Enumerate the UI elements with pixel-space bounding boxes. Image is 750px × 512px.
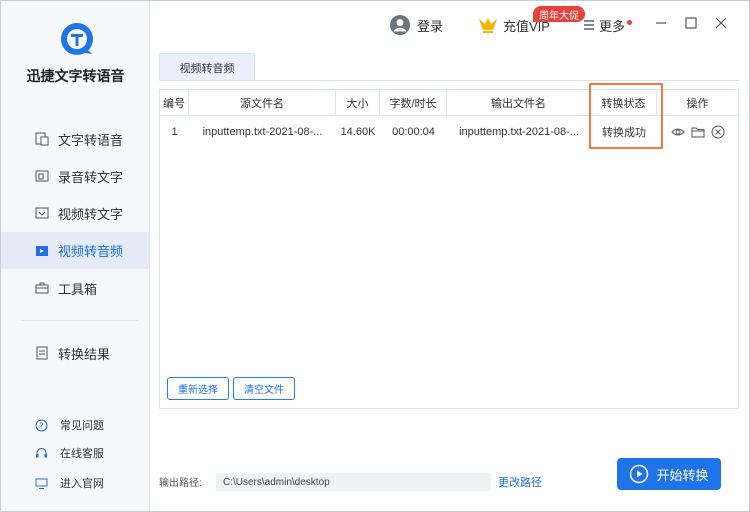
close-button[interactable] [713,15,729,31]
cell-duration: 00:00:04 [392,126,435,138]
login-label: 登录 [417,18,444,34]
sidebar: 迅捷文字转语音 文字转语音 录音转文字 视频转文字 视频转音频 工具箱 转换结果… [1,1,150,511]
app-window: 迅捷文字转语音 文字转语音 录音转文字 视频转文字 视频转音频 工具箱 转换结果… [0,0,750,512]
column-header-id: 编号 [160,90,189,116]
maximize-icon [685,17,697,29]
question-icon: ? [35,419,48,432]
video-text-icon [35,206,49,220]
tab-video-to-audio[interactable]: 视频转音频 [159,53,255,81]
footer-item-label: 在线客服 [60,448,104,460]
cell-source: inputtemp.txt-2021-08-... [202,126,323,138]
toolbox-icon [35,281,49,295]
sidebar-item-label: 文字转语音 [58,132,124,148]
app-logo [59,21,95,57]
sidebar-item-recording-to-text[interactable]: 录音转文字 [1,158,150,194]
preview-eye-icon[interactable] [670,125,685,139]
user-icon [389,14,411,36]
crown-icon [478,16,498,34]
start-convert-label: 开始转换 [656,467,709,483]
cell-size: 14.60K [340,126,376,138]
sidebar-item-label: 转换结果 [58,346,111,362]
result-icon [35,346,49,360]
column-header-duration: 字数/时长 [380,90,447,116]
sidebar-item-label: 视频转音频 [58,244,124,259]
status-highlight-box [589,83,663,149]
cell-id: 1 [171,126,178,138]
footer-item-label: 常见问题 [60,420,104,432]
login-button[interactable]: 登录 [389,13,443,37]
close-icon [715,17,727,29]
sidebar-item-video-to-text[interactable]: 视频转文字 [1,195,150,231]
footer-item-label: 进入官网 [60,478,104,490]
output-path-label: 输出路径: [159,478,202,489]
video-audio-icon [35,244,49,258]
cell-output: inputtemp.txt-2021-08-... [459,126,579,138]
sidebar-divider [21,320,138,321]
footer-item-website[interactable]: 进入官网 [1,472,150,494]
monitor-icon [35,477,48,490]
sidebar-item-results[interactable]: 转换结果 [1,335,150,371]
column-header-output: 输出文件名 [447,90,591,116]
svg-text:?: ? [39,421,43,430]
minimize-button[interactable] [653,15,669,31]
delete-circle-x-icon[interactable] [711,125,725,139]
footer-item-faq[interactable]: ? 常见问题 [1,414,150,436]
sidebar-item-label: 录音转文字 [58,169,124,185]
column-header-size: 大小 [336,90,380,116]
more-menu-button[interactable]: 更多 [583,13,625,37]
reselect-button[interactable]: 重新选择 [167,377,229,400]
text-to-speech-icon [35,132,49,146]
clear-files-button[interactable]: 清空文件 [233,377,295,400]
promo-badge: 周年大促 [533,6,585,22]
cell-actions [657,117,738,147]
change-path-link[interactable]: 更改路径 [498,474,542,490]
sidebar-item-label: 工具箱 [58,281,98,297]
output-path-field[interactable]: C:\Users\admin\desktop [216,473,491,491]
play-circle-icon [629,464,649,484]
menu-icon [583,19,595,31]
maximize-button[interactable] [683,15,699,31]
sidebar-item-toolbox[interactable]: 工具箱 [1,270,150,306]
recording-icon [35,169,49,183]
sidebar-item-text-to-speech[interactable]: 文字转语音 [1,121,150,157]
column-header-actions: 操作 [686,98,709,110]
open-folder-icon[interactable] [691,125,705,139]
app-name: 迅捷文字转语音 [26,68,125,84]
start-convert-button[interactable]: 开始转换 [617,458,721,490]
sidebar-item-video-to-audio[interactable]: 视频转音频 [1,232,150,269]
minimize-icon [656,22,666,24]
sidebar-item-label: 视频转文字 [58,206,124,222]
notification-dot [627,20,632,25]
tab-divider [159,80,739,81]
more-label: 更多 [599,18,626,34]
headset-icon [35,447,48,460]
column-header-source: 源文件名 [189,90,336,116]
footer-item-support[interactable]: 在线客服 [1,442,150,464]
